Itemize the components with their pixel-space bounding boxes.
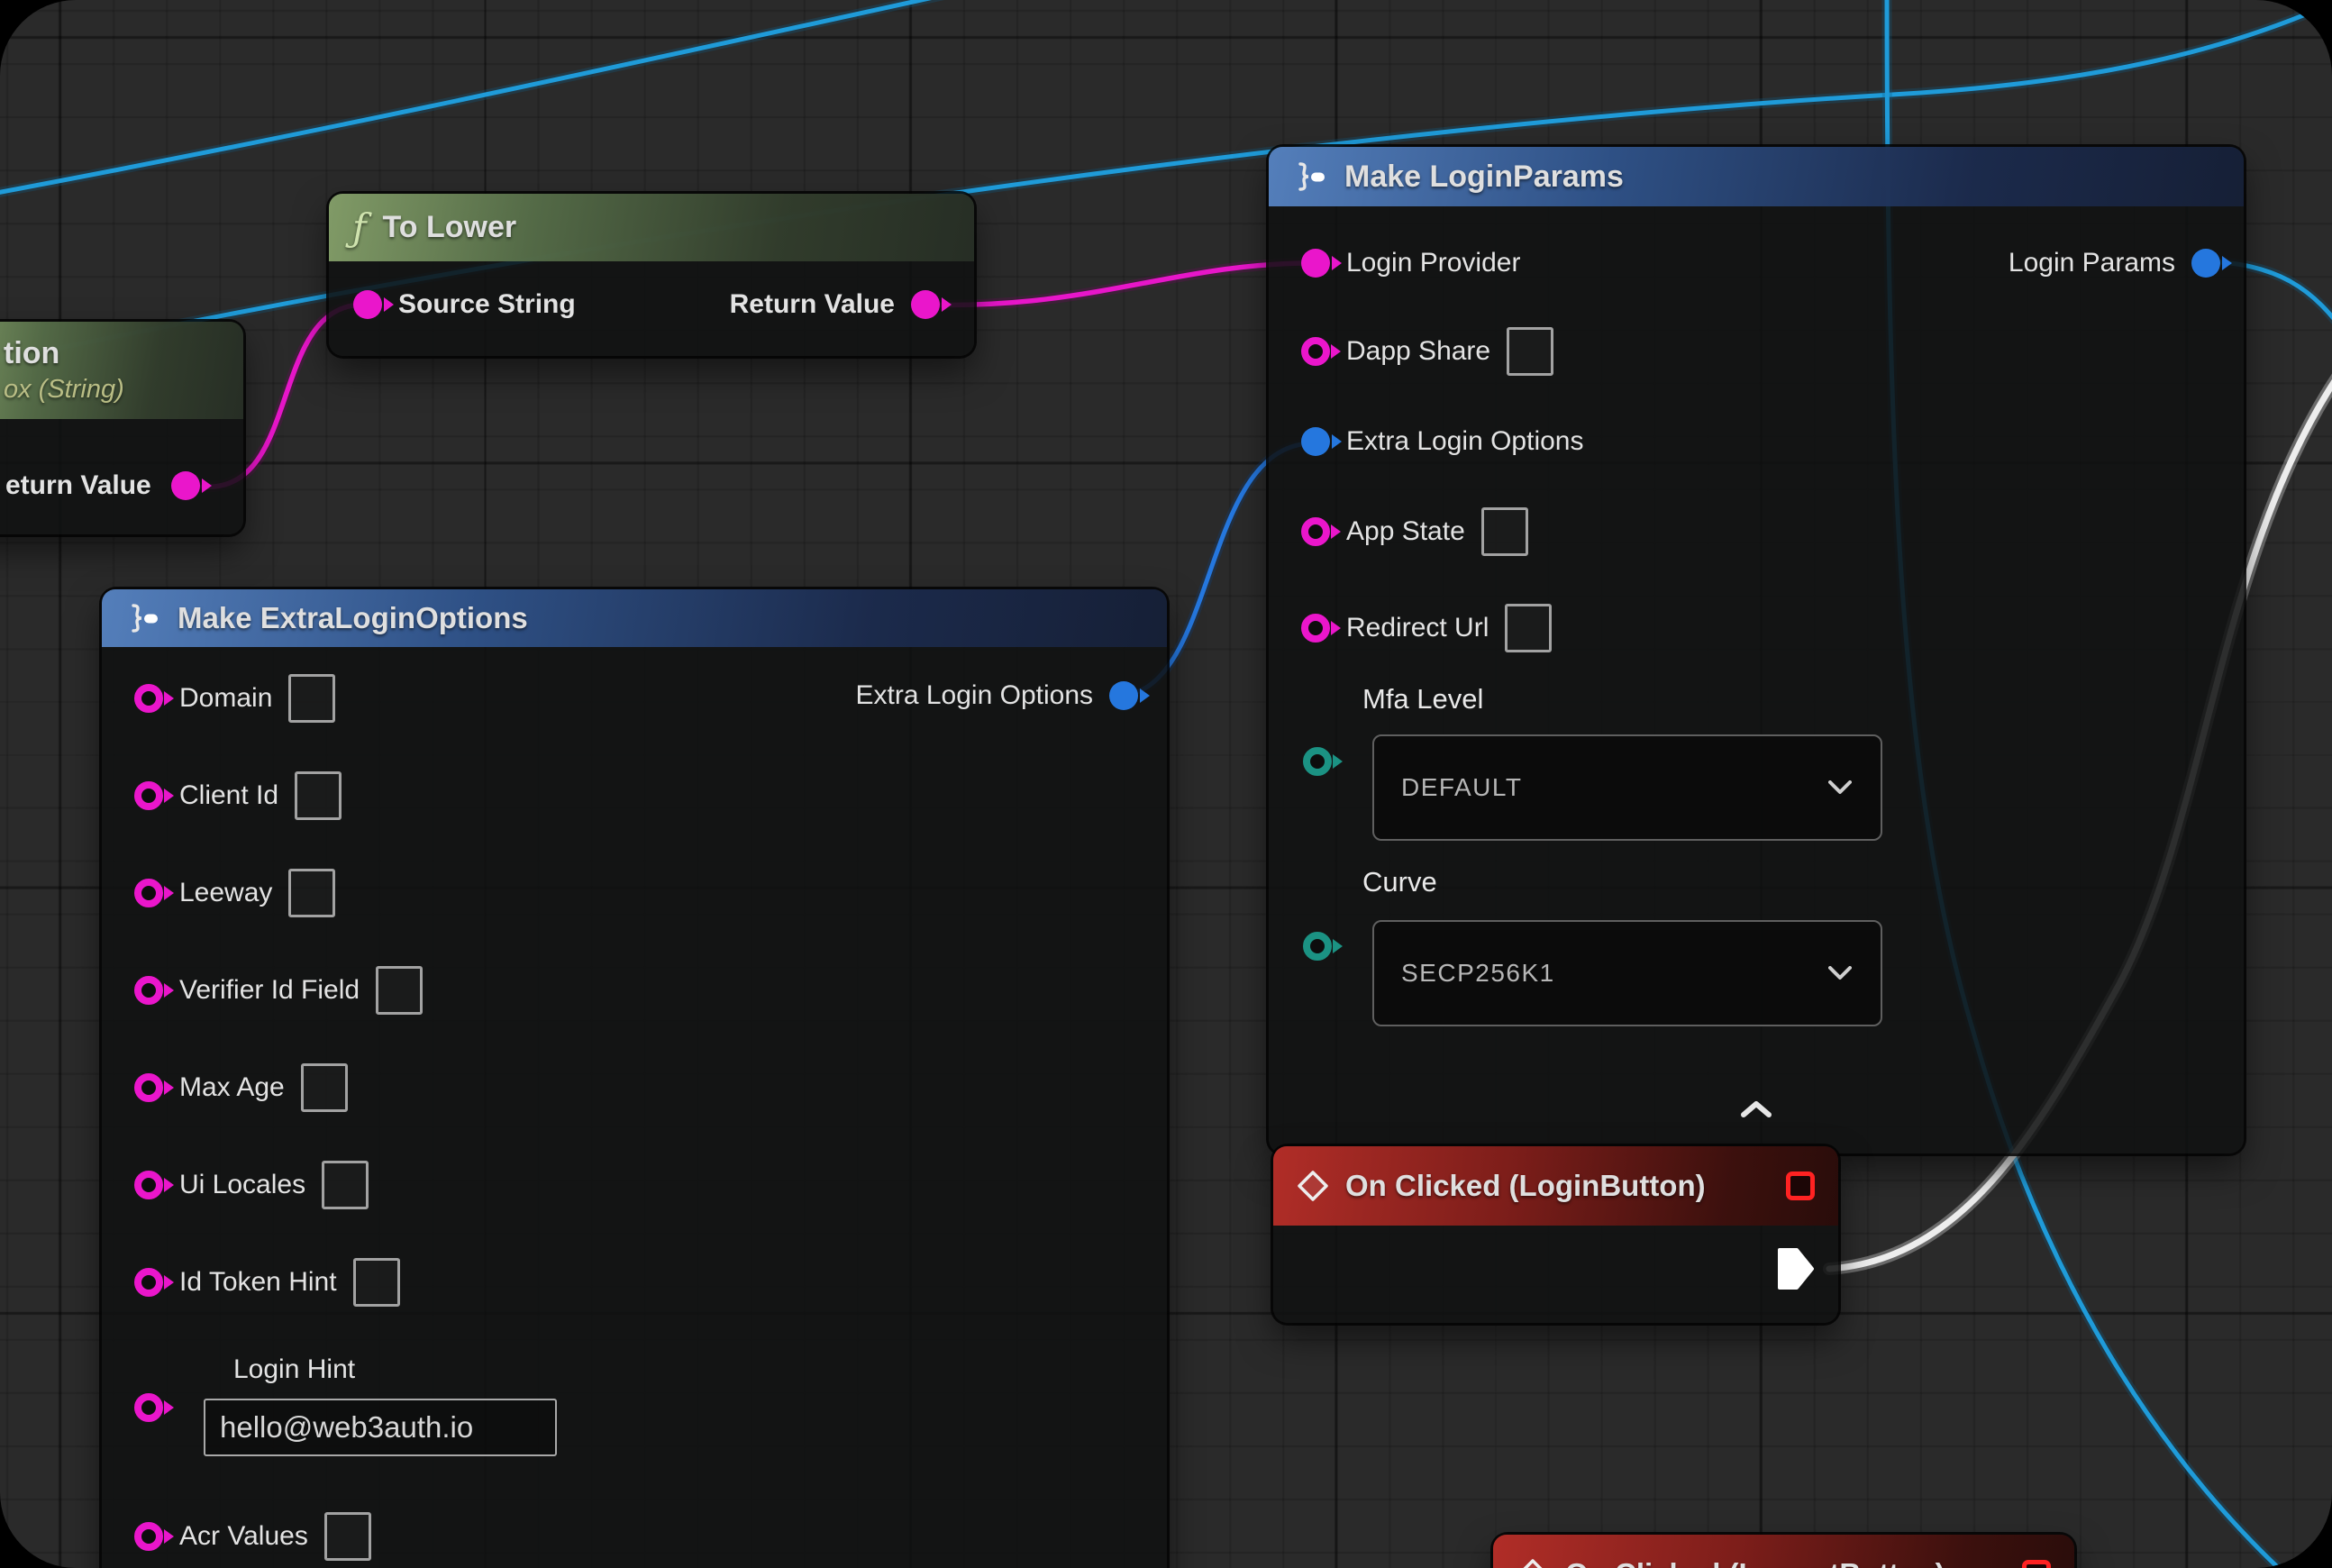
pin-label-id-token-hint: Id Token Hint (179, 1267, 337, 1298)
pin-label-extra-login-options-out: Extra Login Options (856, 680, 1093, 711)
node-subtitle-fragment: ox (String) (4, 375, 124, 405)
pin-label-return-value: Return Value (730, 289, 895, 320)
leeway-value-box[interactable] (288, 869, 335, 917)
login-hint-input[interactable] (204, 1399, 557, 1456)
domain-value-box[interactable] (288, 674, 335, 723)
pin-label-app-state: App State (1346, 516, 1465, 547)
input-pin-extra-login-options[interactable] (1301, 427, 1330, 456)
exec-output-pin[interactable] (1777, 1247, 1815, 1290)
input-pin-dapp-share[interactable] (1301, 337, 1330, 366)
output-pin-extra-login-options[interactable] (1109, 681, 1138, 710)
output-pin-return-value[interactable] (911, 290, 940, 319)
input-pin-domain[interactable] (134, 684, 163, 713)
input-pin-curve[interactable] (1303, 932, 1332, 961)
node-title: On Clicked (LoginButton) (1345, 1169, 1706, 1203)
input-pin-client-id[interactable] (134, 781, 163, 810)
wire-blue-top-steep (0, 0, 996, 196)
event-icon (1517, 1558, 1549, 1568)
mfa-level-value: DEFAULT (1401, 773, 1522, 802)
node-make-extra-login-options[interactable]: Make ExtraLoginOptions Domain Client Id … (102, 589, 1167, 1568)
curve-dropdown[interactable]: SECP256K1 (1372, 920, 1882, 1026)
node-make-login-params[interactable]: Make LoginParams Login Provider Dapp Sha… (1269, 147, 2244, 1153)
delegate-pin-icon[interactable] (2022, 1560, 2051, 1568)
node-on-clicked-loginbutton[interactable]: On Clicked (LoginButton) (1273, 1146, 1838, 1323)
node-title: Make ExtraLoginOptions (178, 601, 528, 635)
verifier-id-field-value-box[interactable] (376, 966, 423, 1015)
id-token-hint-value-box[interactable] (353, 1258, 400, 1307)
collapse-node-chevron-icon[interactable] (1740, 1100, 1772, 1118)
pin-label-domain: Domain (179, 683, 272, 714)
chevron-down-icon (1828, 780, 1852, 795)
pin-label-ui-locales: Ui Locales (179, 1170, 305, 1200)
input-pin-acr-values[interactable] (134, 1522, 163, 1551)
pin-label-dapp-share: Dapp Share (1346, 336, 1490, 367)
input-pin-mfa-level[interactable] (1303, 747, 1332, 776)
function-icon: ƒ (352, 209, 367, 247)
input-pin-login-provider[interactable] (1301, 249, 1330, 278)
pin-label-redirect-url: Redirect Url (1346, 613, 1489, 643)
pin-label-curve: Curve (1362, 866, 1437, 898)
node-title-fragment: tion (4, 336, 59, 371)
input-pin-leeway[interactable] (134, 879, 163, 907)
pin-label-max-age: Max Age (179, 1072, 285, 1103)
ui-locales-value-box[interactable] (322, 1161, 369, 1209)
event-icon (1297, 1170, 1329, 1202)
pin-label-extra-login-options: Extra Login Options (1346, 426, 1583, 457)
input-pin-id-token-hint[interactable] (134, 1268, 163, 1297)
node-title: On Clicked (LogoutButton) (1565, 1557, 1945, 1568)
input-pin-max-age[interactable] (134, 1073, 163, 1102)
pin-label-client-id: Client Id (179, 780, 278, 811)
delegate-pin-icon[interactable] (1786, 1171, 1815, 1200)
input-pin-ui-locales[interactable] (134, 1171, 163, 1199)
pin-label-login-params-out: Login Params (2009, 248, 2175, 278)
blueprint-graph-canvas[interactable]: tion ox (String) eturn Value ƒ To Lower … (0, 0, 2332, 1568)
dapp-share-value-box[interactable] (1507, 327, 1553, 376)
input-pin-login-hint[interactable] (134, 1393, 163, 1422)
make-struct-icon (1292, 161, 1328, 192)
node-title: To Lower (383, 210, 517, 245)
pin-label-source-string: Source String (398, 289, 576, 320)
mfa-level-dropdown[interactable]: DEFAULT (1372, 734, 1882, 841)
input-pin-app-state[interactable] (1301, 517, 1330, 546)
pin-label-acr-values: Acr Values (179, 1521, 308, 1552)
acr-values-value-box[interactable] (324, 1512, 371, 1561)
make-struct-icon (125, 603, 161, 634)
pin-label-return-value-fragment: eturn Value (5, 470, 151, 501)
input-pin-redirect-url[interactable] (1301, 614, 1330, 643)
output-pin-return-value[interactable] (171, 471, 200, 500)
node-title: Make LoginParams (1344, 160, 1624, 195)
curve-value: SECP256K1 (1401, 959, 1555, 988)
pin-label-login-hint: Login Hint (233, 1354, 355, 1385)
max-age-value-box[interactable] (301, 1063, 348, 1112)
chevron-down-icon (1828, 966, 1852, 980)
pin-label-leeway: Leeway (179, 878, 272, 908)
node-on-clicked-logoutbutton[interactable]: On Clicked (LogoutButton) (1493, 1535, 2074, 1568)
node-get-text-partial[interactable]: tion ox (String) eturn Value (0, 322, 243, 534)
pin-label-mfa-level: Mfa Level (1362, 683, 1483, 716)
input-pin-verifier-id-field[interactable] (134, 976, 163, 1005)
client-id-value-box[interactable] (295, 771, 342, 820)
wire-tolower-to-login-provider (924, 263, 1311, 305)
pin-label-login-provider: Login Provider (1346, 248, 1520, 278)
app-state-value-box[interactable] (1481, 507, 1528, 556)
pin-label-verifier-id-field: Verifier Id Field (179, 975, 360, 1006)
output-pin-login-params[interactable] (2191, 249, 2220, 278)
input-pin-source-string[interactable] (353, 290, 382, 319)
redirect-url-value-box[interactable] (1505, 604, 1552, 652)
node-to-lower[interactable]: ƒ To Lower Source String Return Value (329, 194, 974, 356)
